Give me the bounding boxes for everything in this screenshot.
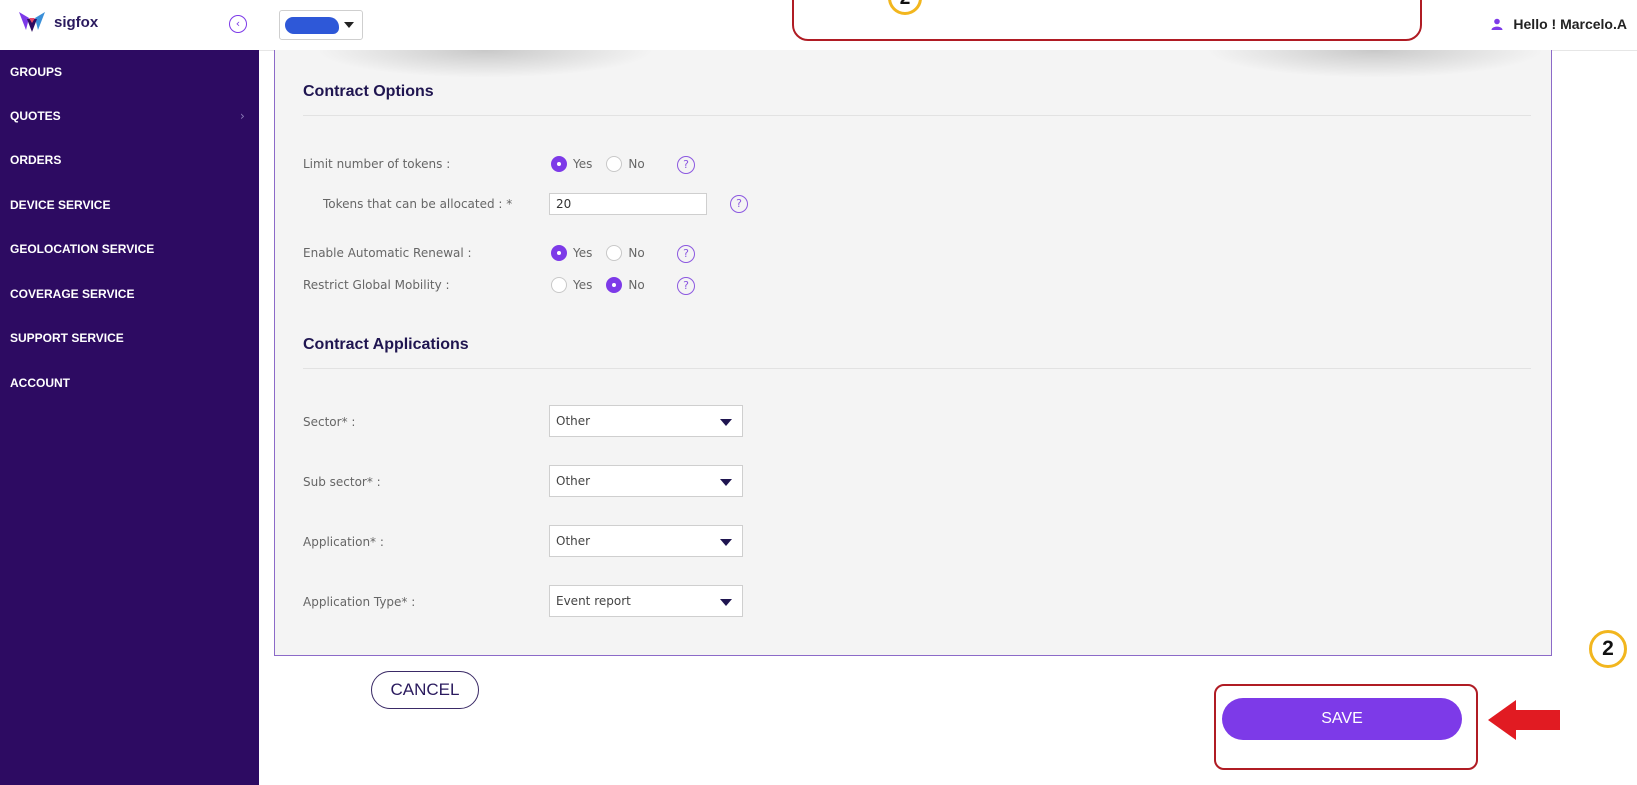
sidebar-item-groups[interactable]: GROUPS [10,65,62,79]
contract-applications-title: Contract Applications [303,336,469,353]
auto-renewal-label: Enable Automatic Renewal : [303,246,472,260]
application-label: Application* : [303,535,384,549]
user-menu[interactable]: Hello ! Marcelo.A [1491,16,1627,32]
contract-form-panel: Contract Options Limit number of tokens … [274,50,1552,656]
yes-label: Yes [573,278,593,292]
caret-down-icon [720,599,732,606]
application-type-value: Event report [556,594,631,608]
sector-label: Sector* : [303,415,356,429]
caret-down-icon [720,479,732,486]
sigfox-logo[interactable]: sigfox [18,10,98,34]
divider [303,115,1531,116]
help-icon[interactable]: ? [677,277,695,295]
sub-sector-select[interactable]: Other [549,465,743,497]
caret-down-icon [720,539,732,546]
user-greeting: Hello ! Marcelo.A [1513,16,1627,32]
sidebar-item-account[interactable]: ACCOUNT [10,376,70,390]
chevron-right-icon: › [240,109,245,123]
sidebar-item-support-service[interactable]: SUPPORT SERVICE [10,331,124,345]
application-value: Other [556,534,591,548]
help-icon[interactable]: ? [677,156,695,174]
application-select[interactable]: Other [549,525,743,557]
highlight-box-save [1214,684,1478,770]
global-mobility-radio-group: Yes No [551,277,653,293]
sidebar-item-quotes[interactable]: QUOTES [10,109,61,123]
tokens-allocated-label: Tokens that can be allocated : * [323,197,513,211]
limit-tokens-radio-group: Yes No [551,156,653,172]
sector-select[interactable]: Other [549,405,743,437]
tokens-allocated-input[interactable] [549,193,707,215]
help-icon[interactable]: ? [677,245,695,263]
logo-text: sigfox [54,13,99,31]
yes-label: Yes [573,246,593,260]
top-shadow-right [1205,50,1545,78]
sidebar-item-geolocation-service[interactable]: GEOLOCATION SERVICE [10,242,154,256]
global-mobility-label: Restrict Global Mobility : [303,278,450,292]
limit-tokens-label: Limit number of tokens : [303,157,451,171]
application-type-label: Application Type* : [303,595,416,609]
divider [303,368,1531,369]
no-label: No [628,157,645,171]
step-badge-save: 2 [1589,630,1627,668]
caret-down-icon [344,22,354,28]
global-mobility-yes-radio[interactable] [551,277,567,293]
highlight-box-top [792,0,1422,41]
caret-down-icon [720,419,732,426]
limit-tokens-yes-radio[interactable] [551,156,567,172]
sidebar-item-coverage-service[interactable]: COVERAGE SERVICE [10,287,134,301]
top-shadow-left [315,50,655,78]
sector-value: Other [556,414,591,428]
application-type-select[interactable]: Event report [549,585,743,617]
sub-sector-value: Other [556,474,591,488]
auto-renewal-radio-group: Yes No [551,245,653,261]
contract-options-title: Contract Options [303,83,434,100]
user-icon [1491,18,1503,30]
sidebar-item-device-service[interactable]: DEVICE SERVICE [10,198,110,212]
cancel-button[interactable]: CANCEL [371,671,479,709]
sidebar-item-orders[interactable]: ORDERS [10,153,61,167]
global-mobility-no-radio[interactable] [606,277,623,293]
auto-renewal-no-radio[interactable] [606,245,623,261]
sigfox-logo-icon [19,12,45,32]
redacted-organization [285,17,339,34]
yes-label: Yes [573,157,593,171]
organization-selector[interactable] [279,10,363,40]
no-label: No [628,278,645,292]
auto-renewal-yes-radio[interactable] [551,245,567,261]
sub-sector-label: Sub sector* : [303,475,381,489]
sidebar: GROUPS QUOTES › ORDERS DEVICE SERVICE GE… [0,50,259,785]
red-arrow-icon [1488,700,1560,740]
collapse-sidebar-icon[interactable]: ‹ [229,15,247,33]
no-label: No [628,246,645,260]
limit-tokens-no-radio[interactable] [606,156,623,172]
help-icon[interactable]: ? [730,195,748,213]
